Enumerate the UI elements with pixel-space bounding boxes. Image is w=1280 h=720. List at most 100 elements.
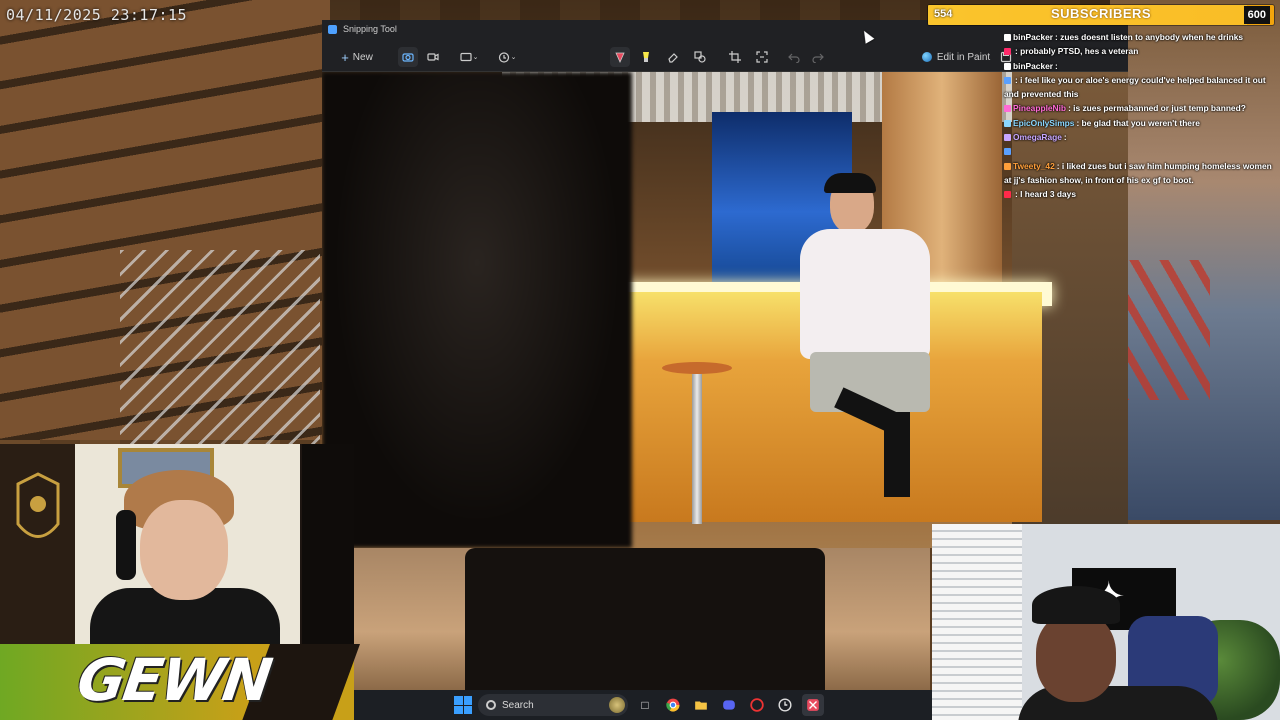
camera-mode-button[interactable] xyxy=(398,47,418,67)
highlighter-tool-button[interactable] xyxy=(636,47,656,67)
discord-icon[interactable] xyxy=(718,694,740,716)
chat-text: : I heard 3 days xyxy=(1015,189,1076,200)
chat-username: Tweety_42 xyxy=(1013,160,1055,171)
chat-message: Tweety_42: i liked zues but i saw him hu… xyxy=(1004,159,1280,188)
pen-icon xyxy=(615,52,625,63)
chrome-icon[interactable] xyxy=(662,694,684,716)
crest-icon xyxy=(16,472,60,538)
snipping-tool-app-icon xyxy=(328,24,337,34)
crop-icon xyxy=(729,51,741,63)
chat-message: PineappleNib: is zues permabanned or jus… xyxy=(1004,101,1280,115)
chat-text: : xyxy=(1055,60,1058,71)
taskbar-search-placeholder: Search xyxy=(502,699,534,711)
background-wall-stripes xyxy=(1120,260,1210,400)
chat-username: EpicOnlySimps xyxy=(1013,117,1075,128)
window-blinds xyxy=(932,524,1022,720)
subscriber-goal-target: 600 xyxy=(1243,6,1270,24)
timer-dropdown[interactable]: ⌄ xyxy=(494,47,520,67)
highlighter-icon xyxy=(643,52,649,62)
background-stairs xyxy=(120,250,320,450)
taskbar-items: Search □ xyxy=(454,694,824,716)
chat-text: : xyxy=(1063,132,1067,143)
subscriber-goal-bar: 554 SUBSCRIBERS 600 xyxy=(928,5,1274,25)
eraser-tool-button[interactable] xyxy=(663,47,683,67)
chat-username: binPacker xyxy=(1013,60,1054,71)
chat-badge-icon xyxy=(1004,34,1011,41)
window-title-label: Snipping Tool xyxy=(343,24,397,34)
snip-shape-dropdown[interactable]: ⌄ xyxy=(456,47,482,67)
snipping-tool-taskbar-icon[interactable] xyxy=(802,694,824,716)
plus-icon: + xyxy=(341,49,349,65)
windows-taskbar: Search □ xyxy=(354,690,932,720)
text-actions-icon xyxy=(756,51,768,63)
video-mode-button[interactable] xyxy=(423,47,443,67)
chat-message: : I heard 3 days xyxy=(1004,187,1280,201)
redo-icon xyxy=(812,53,824,63)
streamer-right xyxy=(1018,586,1218,720)
headset-icon xyxy=(116,510,136,580)
timer-icon xyxy=(498,52,509,63)
chat-username: binPacker xyxy=(1013,32,1054,42)
chat-badge-icon xyxy=(1004,162,1011,170)
chat-text: : is zues permabanned or just temp banne… xyxy=(1068,103,1246,114)
chat-message: : i feel like you or aloe's energy could… xyxy=(1004,73,1280,102)
chat-badge-icon xyxy=(1004,119,1011,127)
chat-text: : probably PTSD, hes a veteran xyxy=(1015,46,1139,57)
chat-message: OmegaRage: xyxy=(1004,130,1280,144)
chat-badge-icon xyxy=(1004,134,1011,142)
edit-in-paint-button[interactable]: Edit in Paint xyxy=(916,47,996,67)
preview-blurred-foreground-person xyxy=(322,72,632,548)
eraser-icon xyxy=(668,53,678,63)
video-icon xyxy=(427,53,439,61)
chat-badge-icon xyxy=(1004,105,1011,113)
preview-standing-man xyxy=(800,173,940,507)
windows-start-icon[interactable] xyxy=(454,696,472,714)
stream-screen: 04/11/2025 23:17:15 Snipping Tool + New … xyxy=(0,0,1280,720)
timestamp-overlay: 04/11/2025 23:17:15 xyxy=(6,6,188,24)
chat-message xyxy=(1004,144,1280,158)
taskbar-search[interactable]: Search xyxy=(478,694,628,716)
app-icon[interactable] xyxy=(746,694,768,716)
chat-text: : be glad that you weren't there xyxy=(1076,117,1200,128)
streamer-left xyxy=(90,470,280,644)
crop-tool-button[interactable] xyxy=(725,47,745,67)
chat-username: OmegaRage xyxy=(1013,132,1062,143)
undo-icon xyxy=(788,53,800,63)
chat-badge-icon xyxy=(1004,76,1011,84)
chat-badge-icon xyxy=(1004,191,1011,199)
cap-icon xyxy=(1032,586,1120,624)
chevron-down-icon: ⌄ xyxy=(510,54,517,61)
new-snip-label: New xyxy=(352,51,373,63)
chat-badge-icon xyxy=(1004,48,1011,56)
shapes-tool-button[interactable] xyxy=(690,47,710,67)
facecam-right: ✦ xyxy=(932,524,1280,720)
redo-button[interactable] xyxy=(808,47,828,67)
camera-icon xyxy=(402,53,414,62)
gewn-logo: GEWN xyxy=(73,646,275,714)
text-actions-button[interactable] xyxy=(752,47,772,67)
chevron-down-icon: ⌄ xyxy=(472,54,479,61)
chat-overlay: binPacker: zues doesnt listen to anybody… xyxy=(1004,30,1280,202)
shapes-icon xyxy=(694,51,706,63)
chat-badge-icon xyxy=(1004,148,1011,156)
chat-message: : probably PTSD, hes a veteran xyxy=(1004,44,1280,58)
clock-icon[interactable] xyxy=(774,694,796,716)
file-icon[interactable]: □ xyxy=(634,694,656,716)
chat-badge-icon xyxy=(1004,62,1011,70)
folder-icon[interactable] xyxy=(690,694,712,716)
preview-bar-stool xyxy=(662,362,732,542)
rectangle-mode-icon xyxy=(459,52,472,62)
chat-message: EpicOnlySimps: be glad that you weren't … xyxy=(1004,116,1280,130)
chat-text: : zues doesnt listen to anybody when he … xyxy=(1055,32,1244,42)
chat-message: binPacker: zues doesnt listen to anybody… xyxy=(1004,30,1280,44)
new-snip-button[interactable]: + New xyxy=(334,47,380,67)
subscriber-goal-label: SUBSCRIBERS xyxy=(1050,6,1152,21)
paint-icon xyxy=(921,52,932,62)
edit-in-paint-label: Edit in Paint xyxy=(936,51,991,63)
undo-button[interactable] xyxy=(784,47,804,67)
facecam-left xyxy=(0,444,354,644)
search-icon xyxy=(486,700,496,710)
pen-tool-button[interactable] xyxy=(610,47,630,67)
window-title: Snipping Tool xyxy=(328,24,397,34)
background-person-silhouette xyxy=(465,548,825,690)
